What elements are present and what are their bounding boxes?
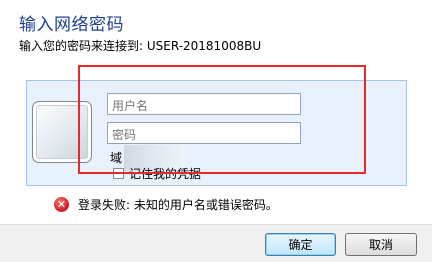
connect-target-text: 输入您的密码来连接到: USER-20181008BU — [19, 39, 262, 53]
user-avatar-icon — [32, 101, 92, 163]
remember-credentials-option[interactable]: 记住我的凭据 — [113, 166, 202, 181]
password-input[interactable] — [107, 122, 301, 144]
domain-label: 域 — [110, 151, 123, 165]
dialog-title: 输入网络密码 — [19, 15, 124, 35]
remember-checkbox[interactable] — [113, 167, 124, 179]
remember-label: 记住我的凭据 — [129, 166, 202, 181]
username-input[interactable] — [107, 93, 301, 115]
ok-button[interactable]: 确定 — [265, 233, 336, 256]
error-message-row: ✕ 登录失败: 未知的用户名或错误密码。 — [54, 196, 278, 213]
error-message: 登录失败: 未知的用户名或错误密码。 — [78, 198, 278, 212]
cancel-button[interactable]: 取消 — [345, 233, 417, 256]
error-x-icon: ✕ — [54, 197, 69, 212]
